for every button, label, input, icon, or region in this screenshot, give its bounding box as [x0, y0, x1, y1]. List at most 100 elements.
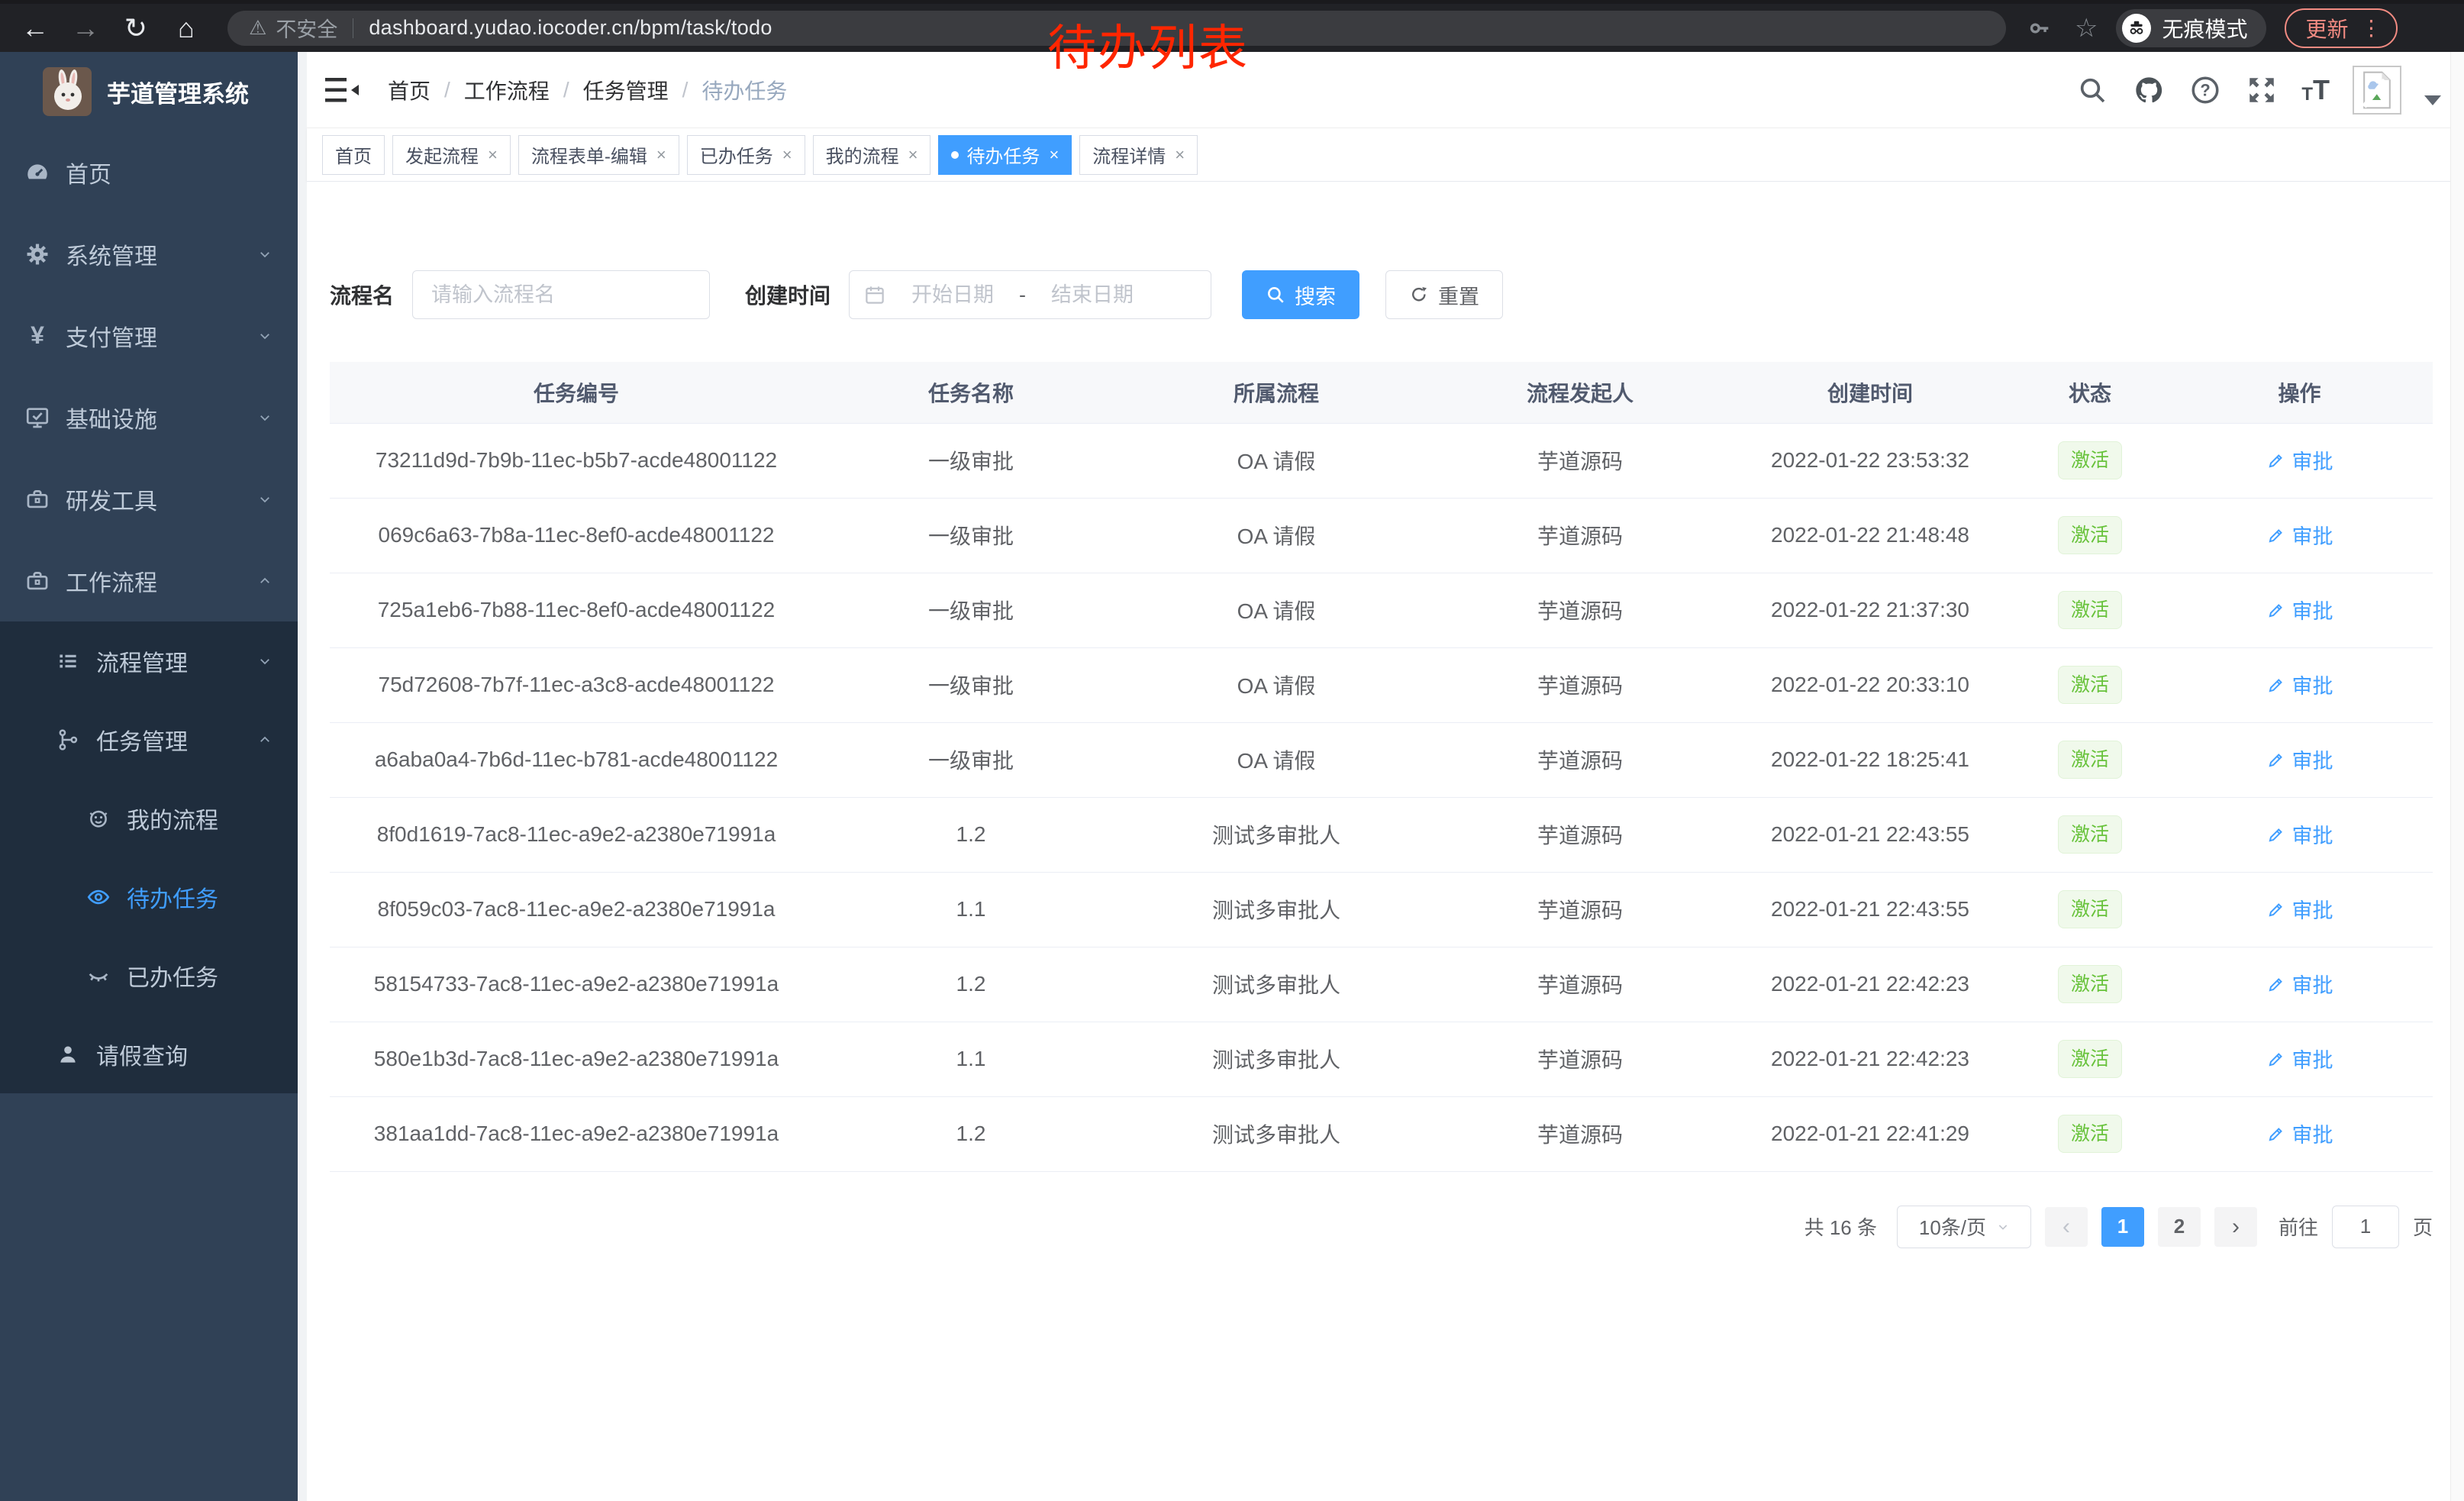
- page-button-1[interactable]: 1: [2101, 1207, 2144, 1247]
- approve-button[interactable]: 审批: [2266, 670, 2333, 699]
- close-icon[interactable]: ×: [488, 147, 498, 163]
- bookmark-star-icon[interactable]: ☆: [2075, 13, 2098, 44]
- sidebar-item-dev-tools[interactable]: 研发工具: [0, 458, 298, 540]
- sidebar-item-label: 首页: [66, 156, 111, 189]
- cell-create-time: 2022-01-21 22:43:55: [1727, 797, 2014, 872]
- github-icon[interactable]: [2132, 73, 2166, 107]
- approve-button[interactable]: 审批: [2266, 445, 2333, 475]
- sidebar-item-my-process[interactable]: 我的流程: [0, 779, 298, 857]
- avatar-caret-icon[interactable]: [2424, 95, 2441, 105]
- approve-button[interactable]: 审批: [2266, 595, 2333, 625]
- update-label: 更新: [2306, 13, 2349, 44]
- sidebar-item-process-management[interactable]: 流程管理: [0, 621, 298, 700]
- sidebar-item-home[interactable]: 首页: [0, 131, 298, 213]
- password-key-icon[interactable]: [2023, 11, 2056, 45]
- cell-process: 测试多审批人: [1119, 872, 1434, 947]
- process-name-input[interactable]: [412, 270, 710, 319]
- browser-reload-button[interactable]: ↻: [114, 12, 157, 44]
- app-logo-image: [43, 67, 92, 116]
- approve-button[interactable]: 审批: [2266, 819, 2333, 849]
- goto-suffix: 页: [2413, 1212, 2433, 1241]
- help-icon[interactable]: ?: [2188, 73, 2222, 107]
- cell-initiator: 芋道源码: [1434, 498, 1727, 573]
- app-logo-row[interactable]: 芋道管理系统: [0, 52, 298, 131]
- approve-button[interactable]: 审批: [2266, 969, 2333, 999]
- page-size-value: 10条/页: [1919, 1212, 1986, 1241]
- page-size-select[interactable]: 10条/页: [1897, 1206, 2031, 1248]
- sidebar-item-leave-query[interactable]: 请假查询: [0, 1015, 298, 1093]
- sidebar-item-label: 流程管理: [96, 644, 188, 678]
- end-date-input[interactable]: [1035, 283, 1150, 307]
- sidebar-collapse-icon[interactable]: [325, 76, 359, 104]
- prev-page-button[interactable]: ‹: [2045, 1207, 2088, 1247]
- browser-forward-button[interactable]: →: [64, 12, 107, 44]
- tab-done-tasks[interactable]: 已办任务 ×: [687, 135, 805, 175]
- font-size-icon[interactable]: TT: [2301, 76, 2330, 104]
- app-frame: 芋道管理系统 首页 系统管理 ¥ 支付管理 基础设施: [0, 52, 2464, 1501]
- page-scrollbar[interactable]: [2450, 52, 2464, 1501]
- browser-home-button[interactable]: ⌂: [165, 12, 208, 44]
- approve-button[interactable]: 审批: [2266, 894, 2333, 924]
- page-button-2[interactable]: 2: [2158, 1207, 2201, 1247]
- sidebar-item-task-management[interactable]: 任务管理: [0, 700, 298, 779]
- workflow-submenu: 流程管理 任务管理 我的流程 待办任务: [0, 621, 298, 1093]
- cell-task-id: 069c6a63-7b8a-11ec-8ef0-acde48001122: [330, 498, 823, 573]
- sidebar-item-workflow[interactable]: 工作流程: [0, 540, 298, 621]
- approve-label: 审批: [2292, 969, 2333, 999]
- yen-icon: ¥: [24, 321, 50, 350]
- chevron-down-icon: [258, 492, 272, 510]
- sidebar-item-infrastructure[interactable]: 基础设施: [0, 376, 298, 458]
- close-icon[interactable]: ×: [656, 147, 666, 163]
- eye-icon: [85, 884, 111, 910]
- browser-menu-icon[interactable]: ⋮: [2361, 15, 2382, 40]
- close-icon[interactable]: ×: [1175, 147, 1185, 163]
- search-icon[interactable]: [2075, 73, 2109, 107]
- sidebar-item-label: 待办任务: [127, 880, 218, 914]
- tab-label: 已办任务: [700, 141, 773, 168]
- page-content: 流程名 创建时间 - 搜索: [307, 182, 2464, 1501]
- fullscreen-icon[interactable]: [2245, 73, 2279, 107]
- browser-back-button[interactable]: ←: [14, 12, 56, 44]
- avatar[interactable]: [2353, 66, 2401, 115]
- not-secure-icon: ⚠: [249, 16, 266, 40]
- cell-task-name: 一级审批: [823, 498, 1119, 573]
- cell-initiator: 芋道源码: [1434, 797, 1727, 872]
- breadcrumb-home[interactable]: 首页: [388, 75, 431, 105]
- tab-start-process[interactable]: 发起流程 ×: [392, 135, 511, 175]
- tab-todo-tasks[interactable]: 待办任务 ×: [938, 135, 1072, 175]
- sidebar-item-todo-tasks[interactable]: 待办任务: [0, 857, 298, 936]
- breadcrumb-workflow[interactable]: 工作流程: [464, 75, 550, 105]
- close-icon[interactable]: ×: [1049, 147, 1059, 163]
- tab-my-process[interactable]: 我的流程 ×: [813, 135, 931, 175]
- tab-process-detail[interactable]: 流程详情 ×: [1079, 135, 1198, 175]
- sidebar-item-system[interactable]: 系统管理: [0, 213, 298, 295]
- reset-button[interactable]: 重置: [1385, 270, 1503, 319]
- tab-label: 流程详情: [1092, 141, 1166, 168]
- start-date-input[interactable]: [895, 283, 1010, 307]
- goto-page-input[interactable]: [2332, 1206, 2399, 1248]
- tab-home[interactable]: 首页: [322, 135, 385, 175]
- search-button[interactable]: 搜索: [1242, 270, 1359, 319]
- approve-button[interactable]: 审批: [2266, 1044, 2333, 1073]
- sidebar-scrollbar[interactable]: [298, 52, 307, 1501]
- cell-task-name: 一级审批: [823, 423, 1119, 498]
- approve-button[interactable]: 审批: [2266, 744, 2333, 774]
- next-page-button[interactable]: ›: [2214, 1207, 2257, 1247]
- cell-task-id: 580e1b3d-7ac8-11ec-a9e2-a2380e71991a: [330, 1022, 823, 1096]
- status-badge: 激活: [2058, 1115, 2122, 1153]
- date-range-picker[interactable]: -: [849, 270, 1211, 319]
- search-button-label: 搜索: [1295, 280, 1336, 310]
- tab-process-form-edit[interactable]: 流程表单-编辑 ×: [518, 135, 679, 175]
- table-row: 8f059c03-7ac8-11ec-a9e2-a2380e71991a 1.1…: [330, 872, 2433, 947]
- browser-update-button[interactable]: 更新 ⋮: [2285, 8, 2398, 48]
- approve-button[interactable]: 审批: [2266, 1118, 2333, 1148]
- close-icon[interactable]: ×: [782, 147, 792, 163]
- sidebar-item-payment[interactable]: ¥ 支付管理: [0, 295, 298, 376]
- cell-create-time: 2022-01-22 21:48:48: [1727, 498, 2014, 573]
- sidebar-item-done-tasks[interactable]: 已办任务: [0, 936, 298, 1015]
- breadcrumb-current: 待办任务: [701, 75, 787, 105]
- breadcrumb-task-management[interactable]: 任务管理: [583, 75, 669, 105]
- approve-button[interactable]: 审批: [2266, 520, 2333, 550]
- cell-process: 测试多审批人: [1119, 797, 1434, 872]
- close-icon[interactable]: ×: [908, 147, 918, 163]
